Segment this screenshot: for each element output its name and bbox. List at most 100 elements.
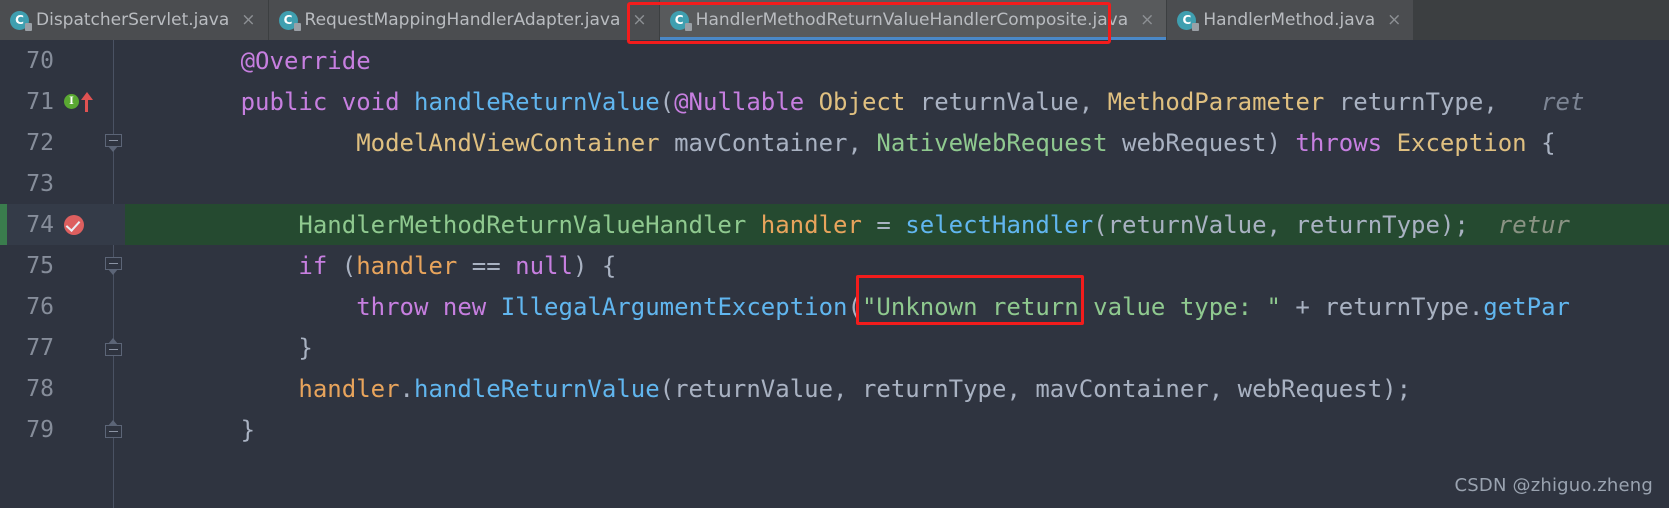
watermark: CSDN @zhiguo.zheng — [1454, 475, 1653, 496]
fold-toggle-icon[interactable] — [105, 338, 122, 360]
code-token: returnValue — [1107, 210, 1267, 239]
code-token: handler — [298, 374, 400, 403]
override-marker-icon[interactable]: I — [64, 94, 79, 109]
tab-label: DispatcherServlet.java — [36, 10, 230, 30]
java-class-icon: C — [278, 10, 301, 31]
code-token: throw — [356, 292, 429, 321]
tab-handlermethod[interactable]: C HandlerMethod.java × — [1167, 0, 1415, 40]
line-number: 73 — [26, 170, 54, 197]
code-token: throws — [1295, 128, 1383, 157]
code-text[interactable]: HandlerMethodReturnValueHandler handler … — [125, 204, 1669, 245]
gutter-icons[interactable] — [58, 163, 125, 204]
code-token: ( — [847, 292, 862, 321]
code-line[interactable]: 75 if (handler == null) { — [0, 245, 1669, 286]
code-text[interactable]: } — [125, 327, 1669, 368]
close-icon[interactable]: × — [1387, 11, 1401, 29]
close-icon[interactable]: × — [241, 11, 255, 29]
code-line[interactable]: 73 — [0, 163, 1669, 204]
gutter-icons[interactable] — [58, 40, 125, 81]
code-token: = — [861, 210, 906, 239]
line-gutter[interactable]: 71 I — [0, 81, 125, 122]
code-token: returnValue — [919, 87, 1079, 116]
code-token: , — [847, 128, 877, 157]
code-token: void — [341, 87, 400, 116]
line-gutter[interactable]: 76 — [0, 286, 125, 327]
gutter-icons[interactable] — [58, 204, 125, 245]
line-number: 70 — [26, 47, 54, 74]
code-token: mavContainer — [674, 128, 848, 157]
code-token: { — [1526, 128, 1556, 157]
code-token: returnType — [1295, 210, 1440, 239]
gutter-icons[interactable]: I — [58, 81, 125, 122]
code-token: webRequest — [1237, 374, 1383, 403]
code-line[interactable]: 77 } — [0, 327, 1669, 368]
code-token: selectHandler — [905, 210, 1094, 239]
tab-label: HandlerMethod.java — [1203, 10, 1376, 30]
line-gutter[interactable]: 78 — [0, 368, 125, 409]
code-text[interactable] — [125, 163, 1669, 204]
code-line[interactable]: 72 ModelAndViewContainer mavContainer, N… — [0, 122, 1669, 163]
code-token: } — [125, 333, 313, 362]
code-text[interactable]: throw new IllegalArgumentException("Unkn… — [125, 286, 1669, 327]
code-lines: 70 @Override 71 I public void handleReturn… — [0, 40, 1669, 450]
code-line[interactable]: 74 HandlerMethodReturnValueHandler handl… — [0, 204, 1669, 245]
code-token: public — [240, 87, 328, 116]
code-token: ( — [327, 251, 357, 280]
fold-tip — [108, 338, 118, 344]
code-text[interactable]: } — [125, 409, 1669, 450]
code-token: @Override — [240, 46, 371, 75]
code-token: , — [1483, 87, 1542, 116]
code-token: ) — [1266, 128, 1296, 157]
code-token: , — [1208, 374, 1238, 403]
code-token: handler — [356, 251, 458, 280]
fold-toggle-icon[interactable] — [105, 420, 122, 442]
fold-toggle-icon[interactable] — [105, 257, 122, 275]
close-icon[interactable]: × — [632, 11, 646, 29]
tab-handlermethodreturnvaluehandlercomposite[interactable]: C HandlerMethodReturnValueHandlerComposi… — [659, 0, 1168, 40]
code-line[interactable]: 71 I public void handleReturnValue(@Nulla… — [0, 81, 1669, 122]
red-up-arrow-icon[interactable] — [81, 91, 93, 112]
fold-toggle-icon[interactable] — [105, 134, 122, 152]
code-text[interactable]: @Override — [125, 40, 1669, 81]
code-token: , — [1266, 210, 1296, 239]
code-text[interactable]: if (handler == null) { — [125, 245, 1669, 286]
line-number: 72 — [26, 129, 54, 156]
line-gutter[interactable]: 73 — [0, 163, 125, 204]
code-token: @Nullable — [674, 87, 805, 116]
breakpoint-checked-icon[interactable] — [64, 214, 84, 235]
tab-bar-filler — [1414, 0, 1669, 40]
line-gutter[interactable]: 70 — [0, 40, 125, 81]
line-number: 76 — [26, 293, 54, 320]
code-token: webRequest — [1122, 128, 1267, 157]
code-token: MethodParameter — [1107, 87, 1325, 116]
code-editor[interactable]: 70 @Override 71 I public void handleReturn… — [0, 40, 1669, 508]
code-text[interactable]: handler. handleReturnValue(returnValue, r… — [125, 368, 1669, 409]
close-icon[interactable]: × — [1140, 11, 1154, 29]
code-line[interactable]: 70 @Override — [0, 40, 1669, 81]
code-line[interactable]: 78 handler. handleReturnValue(returnValue… — [0, 368, 1669, 409]
code-token: , — [1078, 87, 1108, 116]
fold-box — [105, 343, 122, 356]
line-gutter[interactable]: 74 — [0, 204, 125, 245]
tab-requestmappinghandleradapter[interactable]: C RequestMappingHandlerAdapter.java × — [268, 0, 660, 40]
code-token: retur — [1497, 210, 1570, 239]
gutter-icons[interactable] — [58, 286, 125, 327]
code-token: NativeWebRequest — [876, 128, 1108, 157]
code-line[interactable]: 79 } — [0, 409, 1669, 450]
line-number: 79 — [26, 416, 54, 443]
tab-dispatcherservlet[interactable]: C DispatcherServlet.java × — [0, 0, 269, 40]
code-text[interactable]: public void handleReturnValue(@Nullable … — [125, 81, 1669, 122]
code-line[interactable]: 76 throw new IllegalArgumentException("U… — [0, 286, 1669, 327]
gutter-icons[interactable] — [58, 368, 125, 409]
code-text[interactable]: ModelAndViewContainer mavContainer, Nati… — [125, 122, 1669, 163]
fold-box — [105, 425, 122, 438]
